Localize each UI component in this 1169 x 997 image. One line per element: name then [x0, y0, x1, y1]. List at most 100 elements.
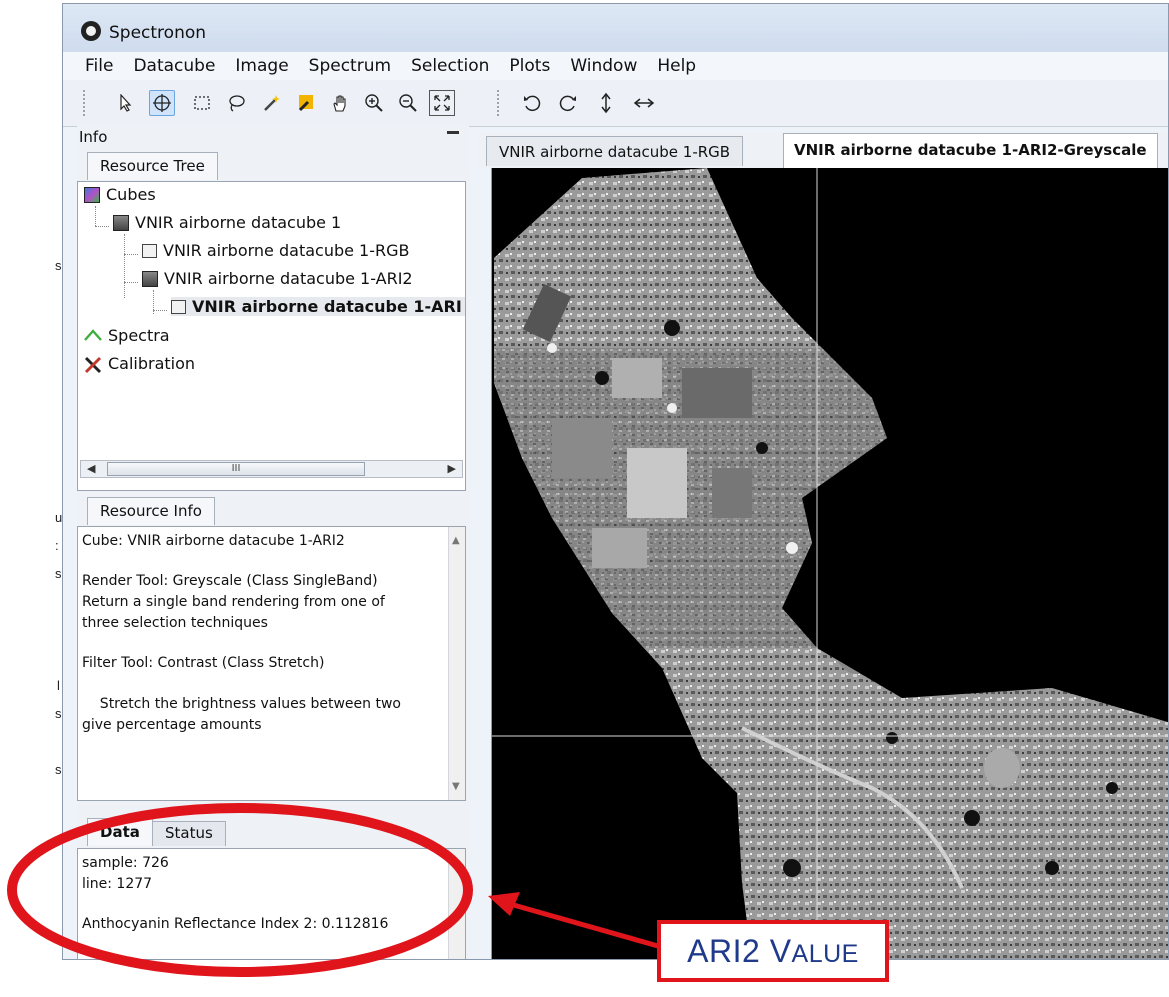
callout-label: ARI2 VALUE	[687, 933, 859, 970]
data-pane: sample: 726 line: 1277 Anthocyanin Refle…	[77, 848, 466, 959]
menu-selection[interactable]: Selection	[411, 56, 489, 76]
tree-item-label: VNIR airborne datacube 1-RGB	[163, 241, 410, 260]
tree-item-label: VNIR airborne datacube 1	[135, 213, 342, 232]
tree-item-calibration[interactable]: Calibration	[84, 354, 195, 373]
tree-item-datacube-1[interactable]: VNIR airborne datacube 1	[113, 213, 341, 232]
cube-icon	[142, 270, 158, 287]
flip-vertical-icon[interactable]	[593, 90, 619, 116]
info-dock: Info Resource Tree Cubes VNIR airborne d…	[77, 126, 469, 959]
select-arrow-icon[interactable]	[113, 90, 139, 116]
title-bar[interactable]: Spectronon	[63, 4, 1168, 52]
edge-letter: l	[57, 678, 60, 693]
data-scrollbar[interactable]: ▲	[448, 849, 465, 959]
callout-label-part: ARI2 V	[687, 932, 792, 969]
resource-info-render-tool: Render Tool: Greyscale (Class SingleBand…	[82, 573, 378, 589]
menu-bar: File Datacube Image Spectrum Selection P…	[63, 52, 1168, 80]
tree-horizontal-scrollbar[interactable]: ◀ III ▶	[80, 460, 463, 478]
toolbar-grip[interactable]	[83, 90, 88, 116]
image-icon	[142, 243, 157, 258]
scroll-right-icon[interactable]: ▶	[448, 462, 456, 475]
edge-letter: s	[55, 762, 62, 777]
eyedropper-icon[interactable]	[293, 90, 319, 116]
ari2-value-callout: ARI2 VALUE	[657, 920, 889, 982]
data-line: line: 1277	[82, 876, 153, 892]
menu-plots[interactable]: Plots	[509, 56, 550, 76]
fit-to-window-icon[interactable]	[429, 90, 455, 116]
menu-help[interactable]: Help	[657, 56, 696, 76]
tree-connector	[124, 282, 138, 283]
edge-letter: s	[55, 566, 62, 581]
tree-item-label: VNIR airborne datacube 1-ARI	[192, 297, 462, 316]
app-window: Spectronon File Datacube Image Spectrum …	[62, 3, 1169, 960]
info-dock-title: Info	[79, 128, 108, 146]
tree-item-rgb[interactable]: VNIR airborne datacube 1-RGB	[142, 241, 409, 260]
tree-item-cubes[interactable]: Cubes	[84, 185, 156, 204]
tab-resource-info[interactable]: Resource Info	[87, 497, 215, 525]
cube-icon	[113, 214, 129, 231]
tree-item-label: Calibration	[108, 354, 196, 373]
image-tab-bar: VNIR airborne datacube 1-RGB VNIR airbor…	[478, 132, 1168, 168]
scroll-up-icon[interactable]: ▲	[452, 855, 460, 866]
dock-minimize-icon[interactable]	[447, 131, 459, 134]
image-viewer[interactable]	[491, 168, 1169, 960]
edge-letter: :	[55, 538, 59, 553]
toolbar	[63, 80, 1168, 127]
menu-file[interactable]: File	[85, 56, 113, 76]
tree-connector	[95, 206, 96, 226]
flip-horizontal-icon[interactable]	[631, 90, 657, 116]
tree-item-label: Spectra	[108, 326, 170, 345]
data-ari2-value: Anthocyanin Reflectance Index 2: 0.11281…	[82, 916, 389, 932]
rectangle-select-icon[interactable]	[189, 90, 215, 116]
toolbar-grip[interactable]	[497, 90, 502, 116]
resource-info-render-desc: three selection techniques	[82, 615, 268, 631]
menu-datacube[interactable]: Datacube	[133, 56, 215, 76]
scroll-left-icon[interactable]: ◀	[87, 462, 95, 475]
tree-item-ari2-greyscale[interactable]: VNIR airborne datacube 1-ARI	[171, 297, 465, 316]
tree-connector	[124, 254, 138, 255]
tab-resource-tree[interactable]: Resource Tree	[87, 152, 218, 180]
menu-window[interactable]: Window	[570, 56, 637, 76]
resource-info-tabs: Resource Info	[77, 491, 467, 525]
rotate-left-icon[interactable]	[519, 90, 545, 116]
scroll-thumb[interactable]: III	[107, 462, 365, 476]
tools-icon	[84, 356, 102, 373]
aerial-greyscale-image[interactable]	[492, 168, 1169, 960]
crosshair-icon[interactable]	[149, 90, 175, 116]
menu-spectrum[interactable]: Spectrum	[309, 56, 391, 76]
spectronon-logo-icon	[81, 21, 101, 41]
resource-tree-tabs: Resource Tree	[77, 146, 467, 180]
rotate-right-icon[interactable]	[555, 90, 581, 116]
tree-item-ari2[interactable]: VNIR airborne datacube 1-ARI2	[142, 269, 413, 288]
resource-info-filter-tool: Filter Tool: Contrast (Class Stretch)	[82, 655, 325, 671]
callout-label-part: ALUE	[791, 939, 859, 968]
magic-wand-icon[interactable]	[259, 90, 285, 116]
resource-info-cube: Cube: VNIR airborne datacube 1-ARI2	[82, 533, 345, 549]
window-title: Spectronon	[109, 23, 207, 43]
resource-info-scrollbar[interactable]: ▲ ▼	[448, 527, 465, 800]
tab-status[interactable]: Status	[152, 821, 226, 846]
data-sample: sample: 726	[82, 855, 169, 871]
resource-info-filter-desc: Stretch the brightness values between tw…	[82, 696, 401, 712]
tab-data[interactable]: Data	[87, 818, 153, 846]
resource-info-render-desc: Return a single band rendering from one …	[82, 594, 385, 610]
tree-item-label: Cubes	[106, 185, 156, 204]
zoom-out-icon[interactable]	[395, 90, 421, 116]
tree-connector	[124, 234, 125, 298]
resource-info-pane: Cube: VNIR airborne datacube 1-ARI2 Rend…	[77, 526, 466, 801]
spectra-icon	[84, 328, 102, 344]
tree-item-label: VNIR airborne datacube 1-ARI2	[164, 269, 413, 288]
resource-tree-pane: Cubes VNIR airborne datacube 1 VNIR airb…	[77, 181, 466, 491]
tree-item-spectra[interactable]: Spectra	[84, 326, 170, 345]
tab-ari2-greyscale-image[interactable]: VNIR airborne datacube 1-ARI2-Greyscale	[783, 133, 1158, 168]
pan-hand-icon[interactable]	[327, 90, 353, 116]
tree-connector	[95, 226, 109, 227]
scroll-up-icon[interactable]: ▲	[452, 535, 460, 546]
tree-connector	[153, 310, 167, 311]
zoom-in-icon[interactable]	[361, 90, 387, 116]
cube-icon	[84, 186, 100, 203]
data-status-tabs: Data Status	[77, 812, 467, 846]
lasso-icon[interactable]	[223, 90, 249, 116]
scroll-down-icon[interactable]: ▼	[452, 781, 460, 792]
menu-image[interactable]: Image	[235, 56, 288, 76]
tab-rgb-image[interactable]: VNIR airborne datacube 1-RGB	[486, 136, 744, 166]
